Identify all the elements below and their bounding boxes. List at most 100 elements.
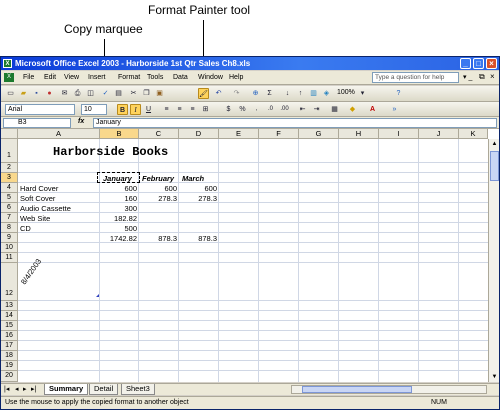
row-header-2[interactable]: 2 — [1, 163, 18, 173]
paste-icon[interactable]: ▣ — [154, 88, 165, 99]
borders-icon[interactable]: ▦ — [329, 104, 340, 115]
hyperlink-icon[interactable]: ⊕ — [250, 88, 261, 99]
row-header-16[interactable]: 16 — [1, 331, 18, 341]
chart-wizard-icon[interactable]: ▥ — [308, 88, 319, 99]
worksheet-grid[interactable]: A B C D E F G H I J K 1 2 3 4 5 6 7 8 9 … — [1, 129, 499, 382]
italic-button[interactable]: I — [130, 104, 141, 115]
increase-indent-icon[interactable]: ⇥ — [311, 104, 322, 115]
value-cell[interactable]: 278.3 — [139, 194, 177, 203]
tab-scroll-prev-icon[interactable]: ◂ — [15, 385, 19, 393]
row-header-5[interactable]: 5 — [1, 193, 18, 203]
help-icon[interactable]: ? — [393, 88, 404, 99]
sheet-title-cell[interactable]: Harborside Books — [53, 145, 168, 159]
value-cell[interactable]: 300 — [100, 204, 137, 213]
tab-scroll-last-icon[interactable]: ▸| — [31, 385, 36, 393]
horizontal-scroll-thumb[interactable] — [302, 386, 412, 393]
row-header-19[interactable]: 19 — [1, 361, 18, 371]
column-header-i[interactable]: I — [379, 129, 419, 139]
menu-file[interactable]: File — [23, 73, 34, 83]
column-header-f[interactable]: F — [259, 129, 299, 139]
value-cell[interactable]: 278.3 — [179, 194, 217, 203]
minimize-button[interactable]: _ — [460, 58, 471, 69]
maximize-button[interactable]: □ — [473, 58, 484, 69]
print-icon[interactable]: ⎙ — [72, 88, 83, 99]
decrease-indent-icon[interactable]: ⇤ — [297, 104, 308, 115]
open-icon[interactable]: ▰ — [18, 88, 29, 99]
row-header-9[interactable]: 9 — [1, 233, 18, 243]
permission-icon[interactable]: ● — [44, 88, 55, 99]
workbook-icon[interactable]: X — [4, 73, 14, 82]
font-name-select[interactable]: Arial — [5, 104, 75, 115]
header-february-cell[interactable]: February — [142, 174, 174, 183]
menu-window[interactable]: Window — [198, 73, 223, 83]
print-preview-icon[interactable]: ◫ — [85, 88, 96, 99]
tab-scroll-first-icon[interactable]: |◂ — [4, 385, 9, 393]
ask-question-input[interactable]: Type a question for help — [372, 72, 459, 83]
scroll-down-icon[interactable]: ▼ — [490, 372, 499, 382]
align-left-icon[interactable]: ≡ — [161, 104, 172, 115]
value-cell[interactable]: 600 — [179, 184, 217, 193]
scroll-up-icon[interactable]: ▲ — [490, 139, 499, 149]
sort-descending-icon[interactable]: ↑ — [295, 88, 306, 99]
label-cell[interactable]: CD — [20, 224, 31, 233]
vertical-scroll-thumb[interactable] — [490, 151, 499, 181]
column-header-k[interactable]: K — [459, 129, 488, 139]
vertical-scrollbar[interactable]: ▲ ▼ — [488, 139, 499, 382]
menu-data[interactable]: Data — [173, 73, 188, 83]
name-box[interactable]: B3 — [3, 118, 71, 128]
menu-format[interactable]: Format — [118, 73, 140, 83]
zoom-dropdown-icon[interactable]: ▾ — [357, 88, 368, 99]
row-header-20[interactable]: 20 — [1, 371, 18, 382]
email-icon[interactable]: ✉ — [59, 88, 70, 99]
doc-restore-icon[interactable]: ⧉ — [479, 72, 485, 82]
row-header-8[interactable]: 8 — [1, 223, 18, 233]
close-button[interactable]: × — [486, 58, 497, 69]
doc-close-icon[interactable]: × — [490, 72, 495, 81]
formula-input[interactable]: January — [93, 118, 497, 128]
align-center-icon[interactable]: ≡ — [174, 104, 185, 115]
column-header-c[interactable]: C — [139, 129, 179, 139]
row-header-6[interactable]: 6 — [1, 203, 18, 213]
label-cell[interactable]: Hard Cover — [20, 184, 58, 193]
format-painter-icon[interactable]: 🖌 — [198, 88, 209, 99]
column-header-h[interactable]: H — [339, 129, 379, 139]
total-cell[interactable]: 878.3 — [139, 234, 177, 243]
currency-icon[interactable]: $ — [223, 104, 234, 115]
align-right-icon[interactable]: ≡ — [187, 104, 198, 115]
row-header-7[interactable]: 7 — [1, 213, 18, 223]
spelling-icon[interactable]: ✓ — [100, 88, 111, 99]
menu-view[interactable]: View — [64, 73, 79, 83]
column-header-a[interactable]: A — [18, 129, 100, 139]
value-cell[interactable]: 182.82 — [100, 214, 137, 223]
font-size-select[interactable]: 10 — [81, 104, 107, 115]
doc-minimize-icon[interactable]: ▾ _ — [463, 73, 472, 81]
sort-ascending-icon[interactable]: ↓ — [282, 88, 293, 99]
label-cell[interactable]: Audio Cassette — [20, 204, 71, 213]
row-header-1[interactable]: 1 — [1, 139, 18, 163]
column-header-j[interactable]: J — [419, 129, 459, 139]
value-cell[interactable]: 600 — [139, 184, 177, 193]
horizontal-scrollbar[interactable] — [291, 385, 487, 394]
column-header-d[interactable]: D — [179, 129, 219, 139]
select-all-corner[interactable] — [1, 129, 18, 139]
comma-style-icon[interactable]: , — [251, 104, 262, 115]
total-cell[interactable]: 1742.82 — [100, 234, 137, 243]
total-cell[interactable]: 878.3 — [179, 234, 217, 243]
row-header-11[interactable]: 11 — [1, 253, 18, 263]
row-header-4[interactable]: 4 — [1, 183, 18, 193]
zoom-select[interactable]: 100% — [337, 89, 355, 96]
header-march-cell[interactable]: March — [182, 174, 204, 183]
column-header-g[interactable]: G — [299, 129, 339, 139]
fx-icon[interactable]: fx — [78, 118, 84, 125]
copy-icon[interactable]: ❐ — [141, 88, 152, 99]
row-header-13[interactable]: 13 — [1, 301, 18, 311]
column-header-e[interactable]: E — [219, 129, 259, 139]
row-header-14[interactable]: 14 — [1, 311, 18, 321]
research-icon[interactable]: ▤ — [113, 88, 124, 99]
bold-button[interactable]: B — [117, 104, 128, 115]
merge-center-icon[interactable]: ⊞ — [200, 104, 211, 115]
font-color-icon[interactable]: A — [367, 104, 378, 115]
label-cell[interactable]: Soft Cover — [20, 194, 55, 203]
value-cell[interactable]: 500 — [100, 224, 137, 233]
menu-tools[interactable]: Tools — [147, 73, 163, 83]
